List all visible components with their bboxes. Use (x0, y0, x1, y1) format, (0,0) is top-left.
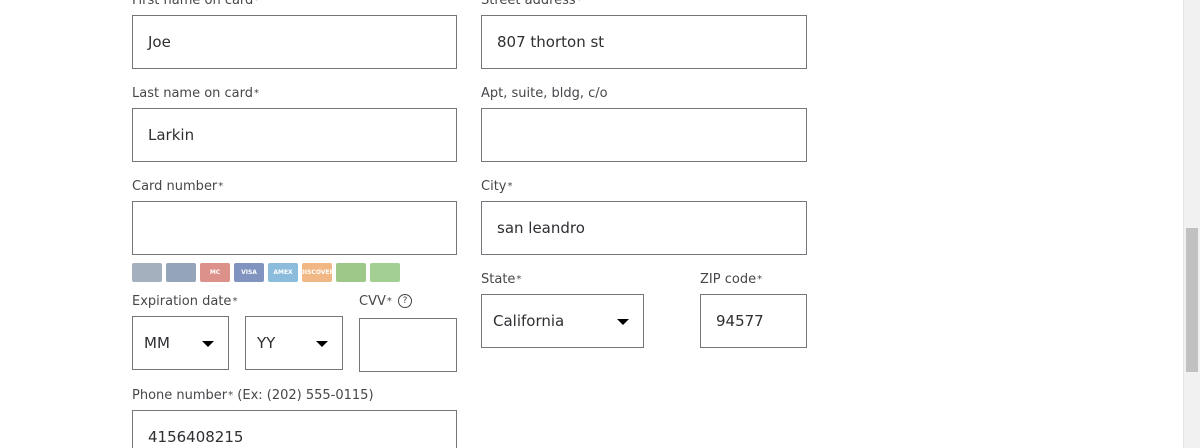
vertical-scrollbar[interactable] (1183, 0, 1200, 448)
discover-icon: DISCOVER (300, 263, 334, 282)
state-label: State* (481, 272, 522, 287)
mastercard-icon: MC (200, 263, 230, 282)
first-name-value: Joe (148, 33, 171, 51)
card-number-input[interactable] (132, 201, 457, 255)
cvv-label: CVV* (359, 294, 392, 309)
last-name-input[interactable]: Larkin (132, 108, 457, 162)
city-label: City* (481, 179, 513, 194)
phone-hint: (Ex: (202) 555-0115) (237, 388, 374, 403)
first-name-label: First name on card* (132, 0, 260, 8)
apt-label: Apt, suite, bldg, c/o (481, 86, 608, 101)
chevron-down-icon (617, 319, 629, 325)
gift-card-1-icon (336, 263, 366, 282)
city-input[interactable]: san leandro (481, 201, 807, 255)
first-name-input[interactable]: Joe (132, 15, 457, 69)
last-name-label: Last name on card* (132, 86, 260, 101)
phone-input[interactable]: 4156408215 (132, 410, 457, 448)
street-address-label: Street address* (481, 0, 582, 8)
city-value: san leandro (497, 219, 585, 237)
chevron-down-icon (316, 341, 328, 347)
last-name-value: Larkin (148, 126, 195, 144)
card-number-label: Card number* (132, 179, 224, 194)
visa-icon: VISA (234, 263, 264, 282)
expiration-month-select[interactable]: MM (132, 316, 229, 370)
zip-label: ZIP code* (700, 272, 763, 287)
apt-input[interactable] (481, 108, 807, 162)
phone-label: Phone number* (Ex: (202) 555-0115) (132, 388, 374, 403)
expiration-label: Expiration date* (132, 294, 238, 309)
street-address-input[interactable]: 807 thorton st (481, 15, 807, 69)
zip-value: 94577 (716, 312, 764, 330)
amex-icon: AMEX (268, 263, 298, 282)
help-icon[interactable]: ? (398, 294, 412, 308)
expiration-month-value: MM (144, 334, 170, 352)
zip-input[interactable]: 94577 (700, 294, 807, 348)
accepted-cards: MC VISA AMEX DISCOVER (132, 263, 400, 282)
cvv-input[interactable] (359, 318, 457, 372)
payment-form-page: First name on card* Joe Street address* … (0, 0, 1200, 448)
expiration-year-value: YY (257, 334, 276, 352)
chevron-down-icon (202, 341, 214, 347)
walmart-credit-card-icon (166, 263, 196, 282)
gift-card-2-icon (370, 263, 400, 282)
state-value: California (493, 312, 565, 330)
phone-value: 4156408215 (148, 428, 244, 446)
scrollbar-thumb[interactable] (1186, 228, 1198, 372)
state-select[interactable]: California (481, 294, 644, 348)
expiration-year-select[interactable]: YY (245, 316, 343, 370)
street-address-value: 807 thorton st (497, 33, 605, 51)
walmart-card-icon (132, 263, 162, 282)
